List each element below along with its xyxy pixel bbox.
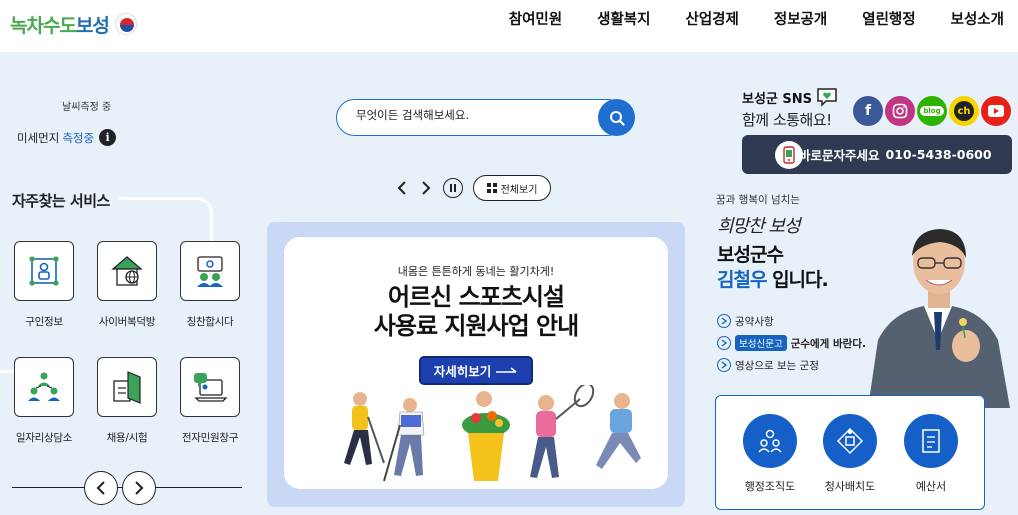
logo-text: 녹차수도보성 — [10, 14, 110, 37]
banner-next-button[interactable] — [417, 175, 435, 201]
quick-floor-plan[interactable]: 청사배치도 — [810, 414, 890, 494]
governor-link-pledges[interactable]: 공약사항 — [717, 310, 866, 332]
search-input[interactable] — [356, 108, 586, 122]
info-icon[interactable]: i — [99, 129, 117, 146]
governor-links: 공약사항 보성신문고 군수에게 바란다. 영상으로 보는 군정 — [717, 310, 866, 376]
services-nav — [84, 471, 156, 505]
budget-doc-icon — [904, 414, 958, 468]
service-label: 구인정보 — [25, 316, 63, 328]
grid-icon — [486, 183, 497, 193]
view-all-label: 전체보기 — [500, 184, 538, 196]
chevron-left-icon — [397, 181, 406, 195]
services-prev-button[interactable] — [84, 471, 118, 505]
youtube-icon[interactable] — [981, 96, 1011, 126]
nav-welfare[interactable]: 생활복지 — [562, 10, 650, 30]
direct-message-phone: 010-5438-0600 — [885, 147, 992, 162]
fine-dust-status: 미세먼지 측정중 i — [17, 129, 117, 146]
instagram-icon[interactable] — [885, 96, 915, 126]
search-bar — [336, 99, 635, 136]
quick-label: 행정조직도 — [744, 480, 796, 493]
site-header: 녹차수도보성 참여민원 생활복지 산업경제 정보공개 열린행정 보성소개 — [0, 0, 1018, 52]
quick-label: 청사배치도 — [824, 480, 876, 493]
services-title: 자주찾는 서비스 — [12, 192, 110, 210]
chat-heart-icon — [817, 88, 837, 107]
service-recruitment[interactable]: 채용/시험 — [87, 357, 167, 445]
banner-title: 어르신 스포츠시설 사용료 지원사업 안내 — [373, 283, 579, 340]
governor-title: 보성군수 — [717, 244, 784, 266]
nav-participation[interactable]: 참여민원 — [474, 10, 562, 30]
services-next-button[interactable] — [122, 471, 156, 505]
org-chart-icon — [743, 414, 797, 468]
seniors-sports-illustration — [344, 385, 641, 482]
house-globe-icon — [97, 241, 157, 301]
korea-flag-icon — [114, 13, 137, 35]
service-label: 전자민원창구 — [181, 432, 239, 444]
service-job-counseling[interactable]: 일자리상담소 — [4, 357, 84, 445]
kakao-channel-icon[interactable]: ch — [949, 96, 979, 126]
search-button[interactable] — [598, 99, 635, 136]
nav-about[interactable]: 보성소개 — [916, 10, 1004, 30]
service-label: 칭찬합시다 — [186, 316, 234, 328]
nav-info[interactable]: 정보공개 — [739, 10, 827, 30]
quick-links-box: 행정조직도 청사배치도 예산서 — [715, 395, 985, 510]
sns-links: f blog ch — [853, 96, 1011, 126]
sns-subtitle: 함께 소통해요! — [742, 111, 832, 129]
chevron-right-icon — [135, 481, 144, 495]
governor-link-video[interactable]: 영상으로 보는 군정 — [717, 354, 866, 376]
main-nav: 참여민원 생활복지 산업경제 정보공개 열린행정 보성소개 — [474, 10, 1004, 30]
banner-detail-button[interactable]: 자세히보기 — [419, 356, 533, 385]
view-all-button[interactable]: 전체보기 — [473, 175, 551, 201]
weather-status: 날씨측정 중 — [62, 102, 112, 113]
document-flag-icon — [97, 357, 157, 417]
nav-admin[interactable]: 열린행정 — [827, 10, 915, 30]
sns-title: 보성군 SNS — [742, 87, 838, 107]
governor-photo — [868, 229, 1010, 408]
search-icon — [609, 110, 625, 126]
governor-link-petition[interactable]: 보성신문고 군수에게 바란다. — [717, 332, 866, 354]
main-banner[interactable]: 내몸은 튼튼하게 동네는 활기차게! 어르신 스포츠시설 사용료 지원사업 안내… — [284, 237, 668, 489]
laptop-chat-icon — [180, 357, 240, 417]
chevron-right-icon — [717, 358, 731, 372]
floor-plan-icon — [823, 414, 877, 468]
banner-pause-button[interactable] — [443, 178, 463, 198]
chevron-left-icon — [96, 481, 105, 495]
chevron-right-icon — [717, 336, 731, 350]
dust-label: 미세먼지 — [17, 130, 60, 145]
job-board-icon — [14, 241, 74, 301]
service-label: 채용/시험 — [106, 432, 148, 444]
people-network-icon — [14, 357, 74, 417]
blog-icon[interactable]: blog — [917, 96, 947, 126]
chevron-right-icon — [717, 314, 731, 328]
banner-detail-label: 자세히보기 — [433, 364, 492, 379]
banner-prev-button[interactable] — [393, 175, 411, 201]
governor-name-line: 김철우 입니다. — [717, 269, 829, 291]
quick-org-chart[interactable]: 행정조직도 — [730, 414, 810, 494]
service-e-petition[interactable]: 전자민원창구 — [170, 357, 250, 445]
governor-name: 김철우 — [717, 269, 767, 291]
service-job-info[interactable]: 구인정보 — [4, 241, 84, 329]
praise-board-icon — [180, 241, 240, 301]
banner-controls — [393, 175, 463, 201]
quick-budget[interactable]: 예산서 — [891, 414, 971, 494]
service-label: 사이버복덕방 — [98, 316, 156, 328]
banner-subtitle: 내몸은 튼튼하게 동네는 활기차게! — [397, 265, 555, 278]
chevron-right-icon — [422, 181, 431, 195]
service-real-estate[interactable]: 사이버복덕방 — [87, 241, 167, 329]
governor-subtitle: 꿈과 행복이 넘치는 — [716, 194, 800, 206]
pause-icon — [450, 184, 456, 192]
service-label: 일자리상담소 — [15, 432, 73, 444]
quick-label: 예산서 — [915, 480, 947, 493]
petition-tag: 보성신문고 — [735, 335, 787, 351]
facebook-icon[interactable]: f — [853, 96, 883, 126]
arrow-right-icon — [496, 366, 517, 373]
dust-value: 측정중 — [62, 130, 95, 145]
service-praise[interactable]: 칭찬합시다 — [170, 241, 250, 329]
phone-message-icon — [775, 141, 803, 169]
governor-slogan: 희망찬 보성 — [717, 216, 801, 237]
site-logo[interactable]: 녹차수도보성 — [10, 4, 137, 44]
nav-industry[interactable]: 산업경제 — [651, 10, 739, 30]
services-decoration — [118, 197, 213, 242]
direct-message-bar[interactable]: 보성바로문자주세요 010-5438-0600 — [742, 135, 1012, 174]
